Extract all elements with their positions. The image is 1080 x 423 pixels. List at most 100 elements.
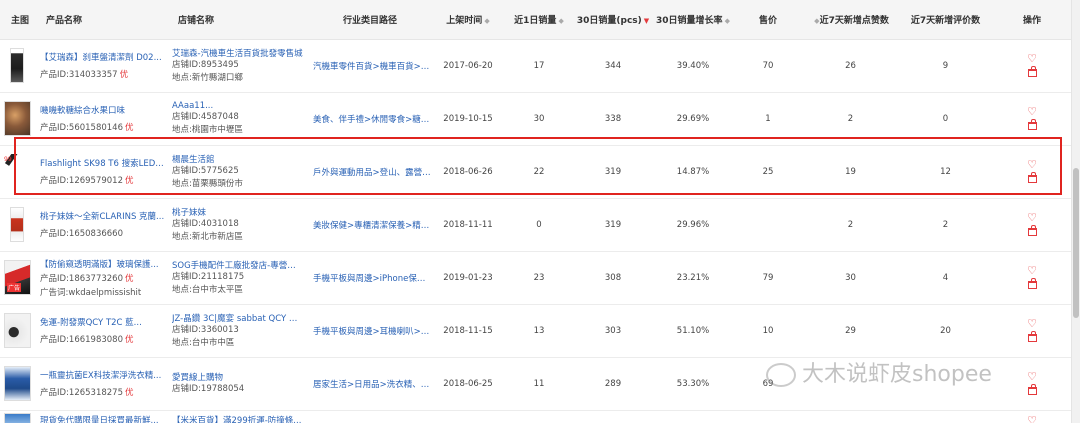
product-thumbnail[interactable] (4, 313, 31, 348)
col-header-listing-time[interactable]: 上架时间 ◆ (431, 0, 505, 40)
quality-badge: 优 (125, 388, 134, 398)
product-name-link[interactable]: 一瓶靈抗菌EX科技潔淨洗衣精... (40, 369, 172, 381)
price: 25 (733, 145, 803, 199)
shop-name-link[interactable]: 楊晨生活館 (172, 153, 309, 165)
product-name-link[interactable]: 【艾瑞森】刹車盤清潔劑 D02... (40, 51, 172, 63)
col-header-price[interactable]: 售价 (733, 0, 803, 40)
product-name-link[interactable]: 【防偷窺透明滿版】玻璃保護... (40, 258, 172, 270)
scrollbar-thumb[interactable] (1073, 168, 1079, 318)
favorite-heart-icon[interactable]: ♡ (993, 317, 1071, 330)
sales-30d: 308 (573, 251, 653, 305)
shop-name-link[interactable]: 艾瑞森-汽機車生活百貨批發零售城 (172, 47, 309, 59)
category-path-link[interactable]: 手機平板與周邊>耳機喇叭>藍牙... (309, 325, 431, 337)
shopping-bag-icon[interactable] (1027, 277, 1037, 289)
product-thumbnail[interactable] (4, 413, 31, 423)
sales-30d: 338 (573, 92, 653, 146)
listing-date: 2019-10-15 (431, 92, 505, 146)
product-name-link[interactable]: 現貨免代購限量日採買最新鮮... (40, 414, 172, 423)
category-path-link[interactable]: 居家生活>日用品>洗衣精、洗衣... (309, 378, 431, 390)
shop-location: 地点:桃園市中壢區 (172, 124, 243, 135)
listing-date: 2017-06-20 (431, 39, 505, 93)
likes-7d: 26 (803, 39, 898, 93)
favorite-heart-icon[interactable]: ♡ (993, 105, 1071, 118)
col-header-sales-30d[interactable]: 30日销量(pcs) ▼ (573, 0, 653, 40)
category-path-link[interactable]: 美食、伴手禮>休閒零食>糖果、... (309, 113, 431, 125)
table-row-highlighted: Flashlight SK98 T6 搜索LED ... 产品ID:126957… (0, 145, 1071, 199)
sort-icon[interactable]: ◆ (484, 17, 489, 25)
sales-1d: 22 (505, 145, 573, 199)
price: 10 (733, 304, 803, 358)
product-name-link[interactable]: 免運-附發票QCY T2C 藍... (40, 316, 172, 328)
shopping-bag-icon[interactable] (1027, 171, 1037, 183)
listing-date: 2018-06-25 (431, 357, 505, 411)
favorite-heart-icon[interactable]: ♡ (993, 158, 1071, 171)
growth-30d: 51.10% (653, 304, 733, 358)
product-id: 产品ID:1863773260 (40, 273, 123, 284)
vertical-scrollbar[interactable] (1071, 0, 1080, 423)
product-name-link[interactable]: Flashlight SK98 T6 搜索LED ... (40, 157, 172, 169)
shop-location: 地点:新竹縣湖口鄉 (172, 72, 243, 83)
shop-id: 店铺ID:19788054 (172, 384, 245, 394)
table-header-row: 主图 产品名称 店铺名称 行业类目路径 上架时间 ◆ 近1日销量 ◆ 30日销量(p… (0, 0, 1071, 40)
shop-id: 店铺ID:5775625 (172, 165, 239, 176)
sort-icon[interactable]: ◆ (725, 17, 730, 25)
product-thumbnail[interactable] (4, 366, 31, 401)
col-header-sales-1d[interactable]: 近1日销量 ◆ (505, 0, 573, 40)
sales-30d: 344 (573, 39, 653, 93)
table-row: 現貨免代購限量日採買最新鮮... 【米米百貨】滿299折運-防撞條... ♡ (0, 410, 1071, 423)
favorite-heart-icon[interactable]: ♡ (993, 414, 1071, 423)
product-thumbnail[interactable] (4, 154, 31, 189)
shopping-bag-icon[interactable] (1027, 330, 1037, 342)
growth-30d: 29.69% (653, 92, 733, 146)
shop-name-link[interactable]: AAaa11... (172, 101, 309, 111)
shop-id: 店铺ID:3360013 (172, 324, 239, 335)
product-thumbnail[interactable] (4, 260, 31, 295)
col-header-product-name: 产品名称 (40, 0, 172, 40)
shopping-bag-icon[interactable] (1027, 118, 1037, 130)
category-path-link[interactable]: 美妝保健>專櫃清潔保養>精華液(... (309, 219, 431, 231)
category-path-link[interactable]: 戶外與運動用品>登山、露營>照... (309, 166, 431, 178)
shop-location: 地点:苗栗縣頭份市 (172, 178, 243, 189)
product-id: 产品ID:1650836660 (40, 229, 123, 239)
col-header-reviews-7d-label: 近7天新增评价数 (910, 15, 981, 26)
col-header-sales-30d-label: 30日销量(pcs) (576, 15, 642, 26)
listing-date: 2019-01-23 (431, 251, 505, 305)
sort-icon[interactable]: ◆ (558, 17, 563, 25)
favorite-heart-icon[interactable]: ♡ (993, 211, 1071, 224)
sales-30d: 319 (573, 145, 653, 199)
likes-7d: 30 (803, 251, 898, 305)
shop-name-link[interactable]: 【米米百貨】滿299折運-防撞條... (172, 414, 309, 423)
product-name-link[interactable]: 桃子妹妹～全新CLARINS 克蘭... (40, 210, 172, 222)
col-header-growth-30d[interactable]: 30日销量增长率 ◆ (653, 0, 733, 40)
shopping-bag-icon[interactable] (1027, 383, 1037, 395)
col-header-price-label: 售价 (758, 15, 777, 26)
shopping-bag-icon[interactable] (1027, 65, 1037, 77)
shop-name-link[interactable]: JZ-晶鑽 3C|魔宴 sabbat QCY 真... (172, 312, 309, 324)
shop-name-link[interactable]: 桃子妹妹 (172, 206, 309, 218)
favorite-heart-icon[interactable]: ♡ (993, 370, 1071, 383)
category-path-link[interactable]: 汽機車零件百貨>機車百貨>其他... (309, 60, 431, 72)
col-header-reviews-7d[interactable]: 近7天新增评价数 (898, 0, 993, 40)
reviews-7d: 12 (898, 145, 993, 199)
shopping-bag-icon[interactable] (1027, 224, 1037, 236)
listing-date: 2018-11-11 (431, 198, 505, 252)
price: 79 (733, 251, 803, 305)
shop-name-link[interactable]: 愛買線上購物 (172, 371, 309, 383)
shop-location: 地点:台中市太平區 (172, 284, 243, 295)
product-thumbnail[interactable] (10, 48, 24, 83)
product-name-link[interactable]: 嘰嘰軟糖綜合水果口味 (40, 104, 172, 116)
col-header-shop-name: 店铺名称 (172, 0, 309, 40)
watermark: 大木说虾皮shopee (766, 356, 992, 388)
reviews-7d: 20 (898, 304, 993, 358)
favorite-heart-icon[interactable]: ♡ (993, 264, 1071, 277)
sales-30d: 303 (573, 304, 653, 358)
table-row: 桃子妹妹～全新CLARINS 克蘭... 产品ID:1650836660 桃子妹… (0, 198, 1071, 252)
shop-location: 地点:台中市中區 (172, 337, 235, 348)
product-thumbnail[interactable] (10, 207, 24, 242)
favorite-heart-icon[interactable]: ♡ (993, 52, 1071, 65)
category-path-link[interactable]: 手機平板與周邊>iPhone保護貼>... (309, 272, 431, 284)
product-thumbnail[interactable] (4, 101, 31, 136)
shop-name-link[interactable]: SOG手機配件工廠批發店-專營各... (172, 259, 309, 271)
col-header-likes-7d[interactable]: ◆近7天新增点赞数 (803, 0, 898, 40)
sort-desc-icon[interactable]: ▼ (644, 17, 649, 25)
